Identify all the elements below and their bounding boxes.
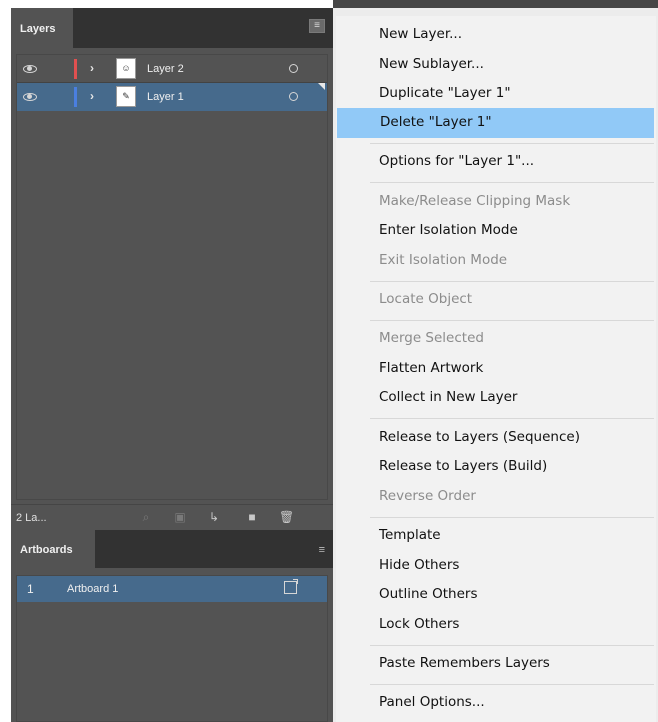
menu-item-new-sublayer[interactable]: New Sublayer...	[336, 50, 654, 80]
layer-count: 2 La...	[16, 512, 47, 524]
menu-item-reverse-order[interactable]: Reverse Order	[336, 482, 654, 512]
layers-flyout-menu: New Layer... New Sublayer... Duplicate "…	[336, 16, 656, 722]
menu-item-lock-others[interactable]: Lock Others	[336, 610, 654, 640]
menu-item-layer-options[interactable]: Options for "Layer 1"...	[336, 147, 654, 177]
menu-separator	[370, 645, 654, 646]
selection-indicator-icon	[318, 83, 325, 90]
create-new-sublayer-icon[interactable]: ↳	[207, 510, 221, 524]
menu-item-panel-options[interactable]: Panel Options...	[336, 688, 654, 718]
menu-separator	[370, 320, 654, 321]
artboard-list: 1 Artboard 1	[16, 575, 328, 722]
layer-name: Layer 1	[147, 91, 184, 103]
layer-name: Layer 2	[147, 63, 184, 75]
layer-thumbnail: ☺	[116, 58, 136, 79]
artboard-options-icon[interactable]	[284, 579, 298, 594]
artboards-panel-header: Artboards ≡	[11, 530, 333, 568]
target-circle-icon[interactable]	[289, 92, 298, 101]
menu-item-outline-others[interactable]: Outline Others	[336, 580, 654, 610]
layers-panel-footer: 2 La... ⌕ ▣ ↳ ■ 🗑	[11, 504, 333, 530]
hamburger-menu-icon[interactable]: ≡	[319, 544, 325, 556]
tab-artboards[interactable]: Artboards	[11, 530, 95, 568]
menu-item-exit-isolation[interactable]: Exit Isolation Mode	[336, 246, 654, 276]
layer-row-layer-1[interactable]: › ✎ Layer 1	[17, 83, 327, 111]
menu-item-delete-layer[interactable]: Delete "Layer 1"	[337, 108, 654, 138]
menu-item-hide-others[interactable]: Hide Others	[336, 551, 654, 581]
menu-separator	[370, 684, 654, 685]
visibility-eye-icon[interactable]	[23, 63, 37, 73]
layers-panel: Layers ≡ › ☺ Layer 2 › ✎ Layer 1 2 La...…	[11, 8, 333, 530]
artboard-name: Artboard 1	[67, 583, 119, 595]
menu-separator	[370, 281, 654, 282]
menu-separator	[370, 418, 654, 419]
menu-item-template[interactable]: Template	[336, 521, 654, 551]
menu-item-flatten-artwork[interactable]: Flatten Artwork	[336, 354, 654, 384]
menu-item-paste-remembers-layers[interactable]: Paste Remembers Layers	[336, 649, 654, 679]
chevron-right-icon[interactable]: ›	[90, 89, 94, 103]
menu-item-merge-selected[interactable]: Merge Selected	[336, 324, 654, 354]
menu-item-release-sequence[interactable]: Release to Layers (Sequence)	[336, 423, 654, 453]
menu-item-new-layer[interactable]: New Layer...	[336, 20, 654, 50]
tab-layers[interactable]: Layers	[11, 8, 73, 48]
target-circle-icon[interactable]	[289, 64, 298, 73]
footer-toolbar: ⌕ ▣ ↳ ■ 🗑	[139, 510, 299, 526]
make-clipping-mask-icon[interactable]: ▣	[173, 510, 187, 524]
menu-item-locate-object[interactable]: Locate Object	[336, 285, 654, 315]
chevron-right-icon[interactable]: ›	[90, 61, 94, 75]
layer-thumbnail: ✎	[116, 86, 136, 107]
visibility-eye-icon[interactable]	[23, 91, 37, 101]
layers-panel-header: Layers ≡	[11, 8, 333, 48]
menu-item-clipping-mask[interactable]: Make/Release Clipping Mask	[336, 187, 654, 217]
layer-row-layer-2[interactable]: › ☺ Layer 2	[17, 55, 327, 83]
layer-color-bar	[74, 87, 77, 107]
artboard-row[interactable]: 1 Artboard 1	[17, 576, 327, 602]
create-new-layer-icon[interactable]: ■	[245, 510, 259, 524]
menu-separator	[370, 182, 654, 183]
trash-icon[interactable]: 🗑	[279, 510, 294, 524]
hamburger-menu-icon[interactable]: ≡	[309, 19, 325, 33]
search-icon[interactable]: ⌕	[139, 510, 153, 524]
layer-color-bar	[74, 59, 77, 79]
menu-separator	[370, 143, 654, 144]
background-strip	[333, 0, 658, 8]
artboard-number: 1	[27, 582, 34, 596]
menu-separator	[370, 517, 654, 518]
layer-list: › ☺ Layer 2 › ✎ Layer 1	[16, 54, 328, 500]
menu-item-release-build[interactable]: Release to Layers (Build)	[336, 452, 654, 482]
artboards-panel: Artboards ≡ 1 Artboard 1	[11, 530, 333, 722]
menu-item-collect-new-layer[interactable]: Collect in New Layer	[336, 383, 654, 413]
menu-item-duplicate-layer[interactable]: Duplicate "Layer 1"	[336, 79, 654, 109]
menu-item-enter-isolation[interactable]: Enter Isolation Mode	[336, 216, 654, 246]
